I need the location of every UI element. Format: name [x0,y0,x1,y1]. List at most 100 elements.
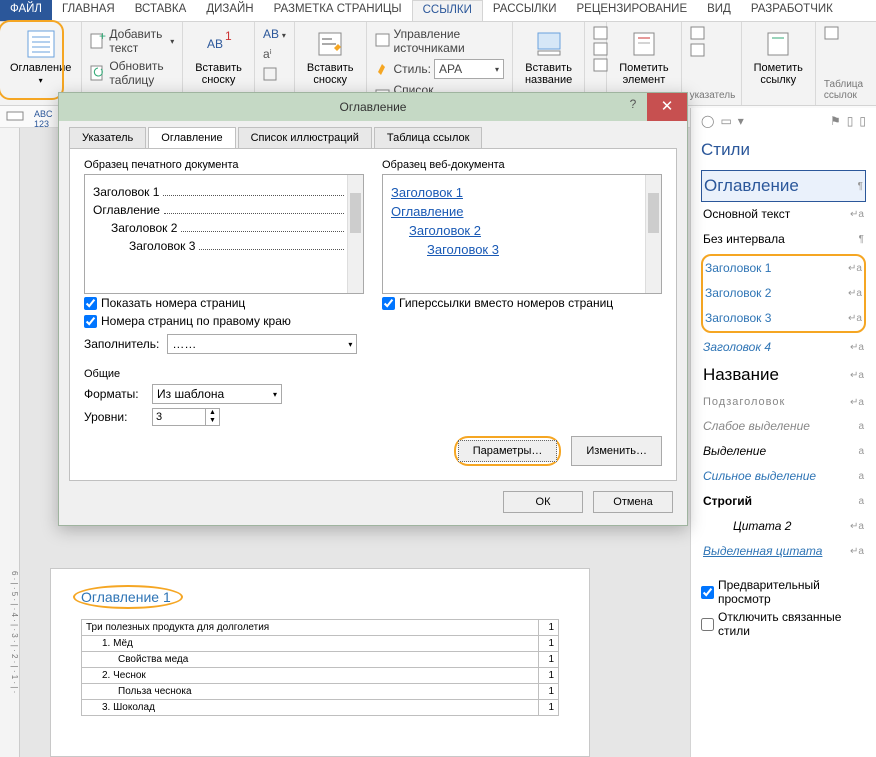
ribbon-tab-разработчик[interactable]: РАЗРАБОТЧИК [741,0,843,21]
style-item[interactable]: Цитата 2↵а [701,514,866,539]
style-item[interactable]: Заголовок 1↵а [703,256,864,281]
svg-text:aⁱ: aⁱ [263,47,272,61]
preview-line: Заголовок 23 [93,221,355,235]
formats-label: Форматы: [84,387,144,401]
general-group-label: Общие [84,368,662,380]
disable-linked-checkbox[interactable]: Отключить связанные стили [701,608,866,640]
dialog-tab[interactable]: Указатель [69,127,146,148]
preview-line: Оглавление1 [93,203,355,217]
style-item[interactable]: Оглавление¶ [701,170,866,202]
levels-label: Уровни: [84,410,144,424]
insert-citation-button[interactable]: Вставить сноску [303,26,358,88]
parameters-button[interactable]: Параметры… [458,440,558,462]
style-item[interactable]: Заголовок 3↵а [703,306,864,331]
style-item[interactable]: Подзаголовок↵а [701,391,866,414]
preview-link[interactable]: Заголовок 3 [391,242,653,257]
mark-citation-button[interactable]: Пометить ссылку [750,26,807,88]
add-text-button[interactable]: +Добавить текст▾ [90,26,174,56]
doc2-icon[interactable]: ▯ [859,114,866,128]
levels-spinner[interactable]: ▲▼ [152,408,220,426]
show-fn-button[interactable] [263,66,279,84]
style-item[interactable]: Заголовок 4↵а [701,335,866,360]
style-item[interactable]: Основной текст↵а [701,202,866,227]
dialog-tab[interactable]: Оглавление [148,127,235,148]
ab-icon-row[interactable]: AB▾ [263,26,286,44]
flag-icon[interactable]: ⚑ [830,114,841,128]
right-align-checkbox[interactable]: Номера страниц по правому краю [84,312,364,330]
web-preview-label: Образец веб-документа [382,159,662,171]
table-row: Польза чеснока1 [82,684,559,700]
ribbon-tab-рецензирование[interactable]: РЕЦЕНЗИРОВАНИЕ [567,0,698,21]
doc-icon[interactable]: ▯ [847,114,854,128]
ribbon-tab-рассылки[interactable]: РАССЫЛКИ [483,0,567,21]
insert-footnote-button[interactable]: AB1 Вставить сноску [191,26,246,88]
preview-checkbox[interactable]: Предварительный просмотр [701,576,866,608]
ruler-icon[interactable] [6,109,24,125]
cancel-button[interactable]: Отмена [593,491,673,513]
style-item[interactable]: Без интервала¶ [701,227,866,252]
show-pages-checkbox[interactable]: Показать номера страниц [84,294,364,312]
abc-icon[interactable]: ABC123 [34,109,52,125]
ribbon-tab-ссылки[interactable]: ССЫЛКИ [412,0,483,21]
next-fn-button[interactable]: aⁱ [263,46,279,64]
circle-icon[interactable]: ◯ [701,114,714,128]
insert-caption-button[interactable]: Вставить название [521,26,576,88]
svg-text:AB: AB [263,27,279,41]
svg-text:+: + [99,33,106,43]
preview-link[interactable]: Заголовок 2 [391,223,653,238]
style-item[interactable]: Слабое выделениеa [701,414,866,439]
vertical-ruler: 6 · | · 5 · | · 4 · | · 3 · | · 2 · | · … [0,128,20,757]
print-preview-label: Образец печатного документа [84,159,364,171]
fill-select[interactable]: ……▾ [167,334,357,354]
hyperlinks-checkbox[interactable]: Гиперссылки вместо номеров страниц [382,294,662,312]
preview-link[interactable]: Оглавление [391,204,653,219]
manage-sources-button[interactable]: Управление источниками [375,26,504,56]
style-item[interactable]: Название↵а [701,360,866,391]
mark-entry-icon [628,28,660,60]
preview-link[interactable]: Заголовок 1 [391,185,653,200]
toc-button[interactable]: Оглавление ▾ [6,26,75,87]
dropdown-icon[interactable]: ▾ [738,114,744,128]
ribbon-tab-вставка[interactable]: ВСТАВКА [125,0,197,21]
mark-entry-button[interactable]: Пометить элемент [615,26,672,88]
scrollbar[interactable] [645,175,661,293]
style-item[interactable]: Выделенная цитата↵а [701,539,866,564]
toa-opt[interactable] [824,26,840,40]
window-icon[interactable]: ▭ [720,114,731,128]
table-row: Свойства меда1 [82,652,559,668]
dialog-tab[interactable]: Список иллюстраций [238,127,372,148]
style-item[interactable]: Заголовок 2↵а [703,281,864,306]
dialog-tabs: УказательОглавлениеСписок иллюстрацийТаб… [59,121,687,148]
index-opt[interactable] [690,26,706,40]
ribbon-tab-файл[interactable]: ФАЙЛ [0,0,52,21]
style-select[interactable]: APA▾ [434,59,504,79]
modify-button[interactable]: Изменить… [571,436,662,466]
dialog-tab[interactable]: Таблица ссылок [374,127,483,148]
ok-button[interactable]: ОК [503,491,583,513]
scrollbar[interactable] [347,175,363,293]
ribbon-tab-дизайн[interactable]: ДИЗАЙН [196,0,263,21]
index-opt2[interactable] [690,43,706,57]
chevron-down-icon: ▾ [39,76,43,85]
update-table-button[interactable]: Обновить таблицу [90,58,174,88]
style-item[interactable]: Выделениеa [701,439,866,464]
table-row: 3. Шоколад1 [82,700,559,716]
print-preview: Заголовок 11Оглавление1Заголовок 23Загол… [84,174,364,294]
style-item[interactable]: Строгийa [701,489,866,514]
table-row: 2. Чеснок1 [82,668,559,684]
formats-select[interactable]: Из шаблона▾ [152,384,282,404]
help-button[interactable]: ? [623,97,643,117]
ribbon-tab-главная[interactable]: ГЛАВНАЯ [52,0,125,21]
close-button[interactable]: ✕ [647,93,687,121]
citation-style-row[interactable]: Стиль:APA▾ [375,58,504,80]
table-row: Три полезных продукта для долголетия1 [82,620,559,636]
toc-label: Оглавление [10,62,71,74]
svg-text:1: 1 [225,30,232,43]
ribbon-tab-разметка страницы[interactable]: РАЗМЕТКА СТРАНИЦЫ [264,0,412,21]
ribbon-tab-вид[interactable]: ВИД [697,0,741,21]
style-item[interactable]: Сильное выделениеa [701,464,866,489]
add-text-icon: + [90,33,106,49]
sources-icon [375,33,391,49]
doc-toc-table: Три полезных продукта для долголетия11. … [81,619,559,716]
caption-icon [533,28,565,60]
